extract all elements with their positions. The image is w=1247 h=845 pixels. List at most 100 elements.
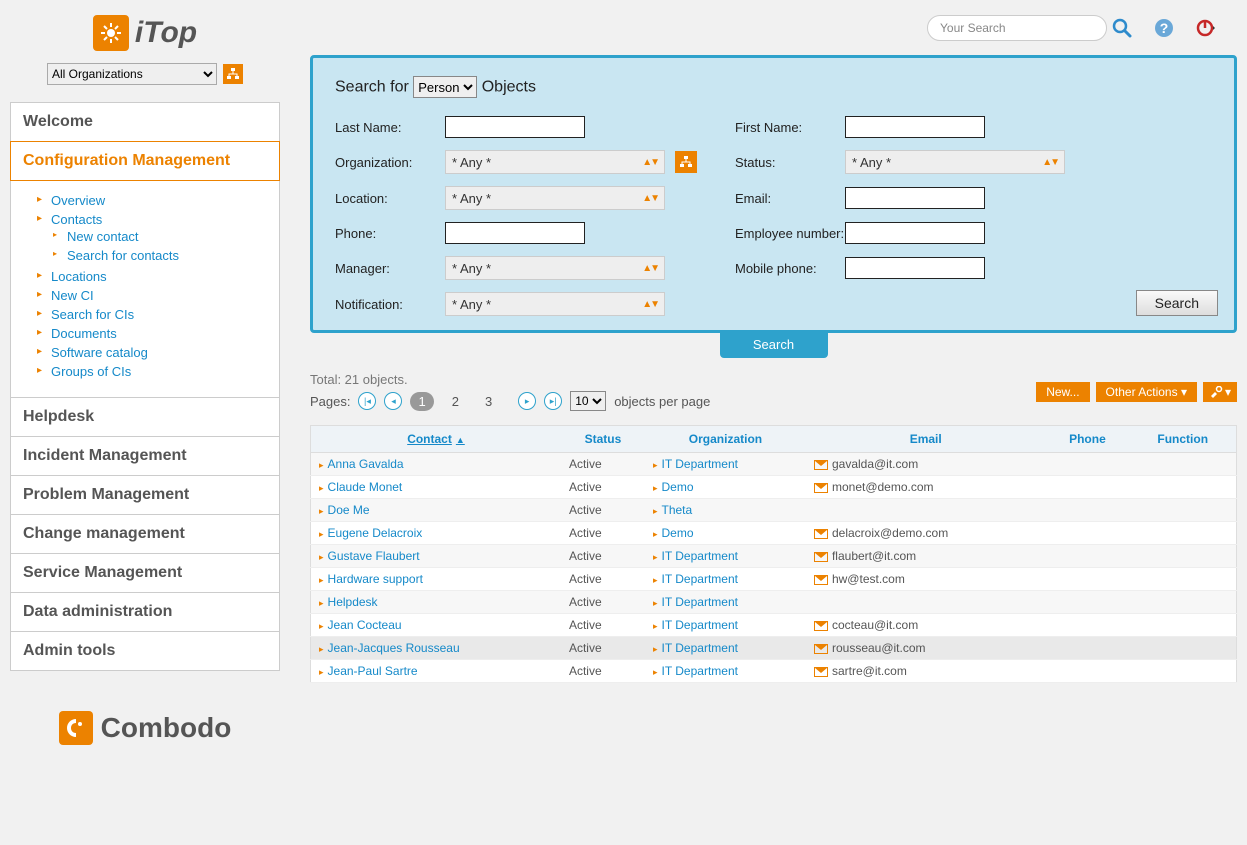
nav-link[interactable]: Software catalog — [51, 345, 148, 360]
nav-link[interactable]: Locations — [51, 269, 107, 284]
nav-link[interactable]: New contact — [67, 229, 139, 244]
input-employee-number[interactable] — [845, 222, 985, 244]
help-icon[interactable]: ? — [1153, 17, 1175, 39]
nav-section-incident-management[interactable]: Incident Management — [10, 436, 280, 476]
select-manager[interactable]: * Any *▲▼ — [445, 256, 665, 280]
org-tree-button[interactable] — [223, 64, 243, 84]
caret-icon: ▸ — [319, 621, 324, 631]
nav-section-body: Overview Contacts New contact Search for co… — [10, 181, 280, 398]
pager-next-button[interactable]: ▸ — [518, 392, 536, 410]
nav-item[interactable]: Overview — [51, 191, 279, 210]
logout-icon[interactable] — [1195, 17, 1217, 39]
contact-link[interactable]: Helpdesk — [328, 595, 378, 609]
nav-section-welcome[interactable]: Welcome — [10, 102, 280, 142]
nav-section-helpdesk[interactable]: Helpdesk — [10, 397, 280, 437]
nav-section-problem-management[interactable]: Problem Management — [10, 475, 280, 515]
nav-link[interactable]: Search for contacts — [67, 248, 179, 263]
new-button[interactable]: New... — [1036, 382, 1089, 402]
page-number[interactable]: 2 — [444, 392, 467, 411]
other-actions-button[interactable]: Other Actions ▾ — [1096, 382, 1197, 402]
contact-link[interactable]: Eugene Delacroix — [328, 526, 423, 540]
contact-link[interactable]: Claude Monet — [328, 480, 403, 494]
nav-link[interactable]: Contacts — [51, 212, 102, 227]
input-last-name[interactable] — [445, 116, 585, 138]
org-link[interactable]: IT Department — [661, 549, 737, 563]
org-link[interactable]: IT Department — [661, 572, 737, 586]
global-search-input[interactable] — [927, 15, 1107, 41]
nav-subitem[interactable]: Search for contacts — [67, 246, 279, 265]
tools-button[interactable]: ▾ — [1203, 382, 1237, 402]
nav-item[interactable]: Groups of CIs — [51, 362, 279, 381]
nav-item[interactable]: Software catalog — [51, 343, 279, 362]
org-link[interactable]: IT Department — [661, 595, 737, 609]
table-row: ▸Gustave FlaubertActive▸IT Departmentfla… — [311, 545, 1237, 568]
search-tab-toggle[interactable]: Search — [720, 331, 828, 358]
nav-item[interactable]: Locations — [51, 267, 279, 286]
status-cell: Active — [561, 591, 645, 614]
per-page-select[interactable]: 10 — [570, 391, 606, 411]
nav-link[interactable]: Search for CIs — [51, 307, 134, 322]
org-link[interactable]: IT Department — [661, 457, 737, 471]
org-link[interactable]: IT Department — [661, 618, 737, 632]
nav-subitem[interactable]: New contact — [67, 227, 279, 246]
select-status[interactable]: * Any *▲▼ — [845, 150, 1065, 174]
svg-text:?: ? — [1160, 20, 1169, 36]
contact-link[interactable]: Jean-Paul Sartre — [328, 664, 418, 678]
column-header[interactable]: Email — [806, 426, 1045, 453]
input-first-name[interactable] — [845, 116, 985, 138]
nav-item[interactable]: Search for CIs — [51, 305, 279, 324]
vendor-logo: Combodo — [10, 711, 280, 745]
table-row: ▸Jean-Jacques RousseauActive▸IT Departme… — [311, 637, 1237, 660]
nav-item[interactable]: New CI — [51, 286, 279, 305]
caret-icon: ▸ — [653, 552, 658, 562]
nav-link[interactable]: New CI — [51, 288, 94, 303]
org-link[interactable]: Theta — [661, 503, 692, 517]
pager-first-button[interactable]: |◂ — [358, 392, 376, 410]
search-button[interactable]: Search — [1136, 290, 1218, 316]
label-location: Location: — [335, 191, 445, 206]
contact-link[interactable]: Gustave Flaubert — [328, 549, 420, 563]
column-header[interactable]: Phone — [1045, 426, 1129, 453]
org-link[interactable]: Demo — [661, 526, 693, 540]
contact-link[interactable]: Jean-Jacques Rousseau — [328, 641, 460, 655]
nav-section-data-administration[interactable]: Data administration — [10, 592, 280, 632]
column-header[interactable]: Contact▲ — [311, 426, 561, 453]
caret-icon: ▸ — [319, 644, 324, 654]
select-organization[interactable]: * Any *▲▼ — [445, 150, 665, 174]
pages-label: Pages: — [310, 394, 350, 409]
nav-link[interactable]: Groups of CIs — [51, 364, 131, 379]
input-phone[interactable] — [445, 222, 585, 244]
contact-link[interactable]: Doe Me — [328, 503, 370, 517]
select-location[interactable]: * Any *▲▼ — [445, 186, 665, 210]
org-link[interactable]: IT Department — [661, 641, 737, 655]
nav-item[interactable]: Documents — [51, 324, 279, 343]
org-hierarchy-button[interactable] — [675, 151, 697, 173]
nav-section-admin-tools[interactable]: Admin tools — [10, 631, 280, 671]
contact-link[interactable]: Anna Gavalda — [328, 457, 404, 471]
search-object-type-select[interactable]: Person — [413, 76, 477, 98]
column-header[interactable]: Function — [1129, 426, 1236, 453]
nav-section-configuration-management[interactable]: Configuration Management — [10, 141, 280, 181]
input-mobile-phone[interactable] — [845, 257, 985, 279]
org-link[interactable]: IT Department — [661, 664, 737, 678]
table-row: ▸HelpdeskActive▸IT Department — [311, 591, 1237, 614]
page-number[interactable]: 3 — [477, 392, 500, 411]
nav-link[interactable]: Overview — [51, 193, 105, 208]
pager-last-button[interactable]: ▸| — [544, 392, 562, 410]
pager-prev-button[interactable]: ◂ — [384, 392, 402, 410]
column-header[interactable]: Organization — [645, 426, 806, 453]
contact-link[interactable]: Jean Cocteau — [328, 618, 402, 632]
column-header[interactable]: Status — [561, 426, 645, 453]
nav-section-change-management[interactable]: Change management — [10, 514, 280, 554]
logo-icon — [93, 15, 129, 51]
contact-link[interactable]: Hardware support — [328, 572, 423, 586]
input-email[interactable] — [845, 187, 985, 209]
select-notification[interactable]: * Any *▲▼ — [445, 292, 665, 316]
page-number[interactable]: 1 — [410, 392, 433, 411]
search-icon[interactable] — [1111, 17, 1133, 39]
nav-section-service-management[interactable]: Service Management — [10, 553, 280, 593]
org-link[interactable]: Demo — [661, 480, 693, 494]
org-select[interactable]: All Organizations — [47, 63, 217, 85]
nav-link[interactable]: Documents — [51, 326, 117, 341]
nav-item[interactable]: Contacts New contact Search for contacts — [51, 210, 279, 267]
